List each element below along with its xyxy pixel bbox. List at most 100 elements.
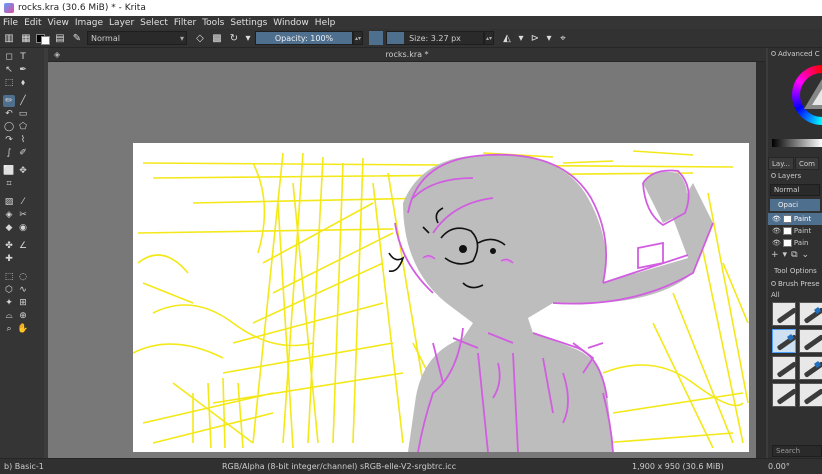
fill-tool-icon[interactable]: ◆ bbox=[3, 222, 15, 234]
pattern-icon[interactable]: ▦ bbox=[19, 31, 33, 45]
docker-float-icon[interactable] bbox=[771, 281, 776, 286]
size-slider[interactable]: Size: 3.27 px bbox=[386, 31, 484, 45]
layer-blend-select[interactable]: Normal bbox=[770, 184, 820, 196]
color-selector[interactable] bbox=[768, 59, 822, 155]
move-tool-icon[interactable]: ✥ bbox=[17, 165, 29, 177]
polygon-select-icon[interactable]: ⬡ bbox=[3, 284, 15, 296]
eraser-mode-icon[interactable]: ◇ bbox=[193, 31, 207, 45]
enclose-fill-icon[interactable]: ◉ bbox=[17, 222, 29, 234]
chevron-down-icon[interactable]: ▾ bbox=[517, 31, 525, 45]
pan-tool-icon[interactable]: ✋ bbox=[17, 323, 29, 335]
gradient-icon[interactable]: ▥ bbox=[2, 31, 16, 45]
color-swatches[interactable] bbox=[36, 31, 50, 45]
brush-preset[interactable] bbox=[772, 302, 798, 326]
menu-help[interactable]: Help bbox=[315, 18, 336, 28]
eye-icon[interactable]: 👁 bbox=[772, 239, 781, 247]
ellipse-tool-icon[interactable]: ◯ bbox=[3, 121, 15, 133]
mirror-horizontal-icon[interactable]: ◭ bbox=[500, 31, 514, 45]
value-bar[interactable] bbox=[772, 139, 822, 147]
brush-preset[interactable] bbox=[772, 383, 798, 407]
chevron-down-icon[interactable]: ▾ bbox=[545, 31, 553, 45]
freehand-brush-icon[interactable]: ✏ bbox=[3, 95, 15, 107]
brush-preset[interactable] bbox=[799, 329, 822, 353]
duplicate-layer-icon[interactable]: ⧉ bbox=[791, 250, 797, 260]
brush-preset[interactable] bbox=[799, 356, 822, 380]
background-color-swatch[interactable] bbox=[41, 36, 50, 45]
layer-row[interactable]: 👁 Paint bbox=[768, 213, 822, 225]
size-spin-icon[interactable]: ▴▾ bbox=[484, 31, 494, 45]
polyline-tool-icon[interactable]: ⌇ bbox=[17, 134, 29, 146]
reference-tool-icon[interactable]: ✚ bbox=[3, 253, 15, 265]
edit-shapes-icon[interactable]: ↖ bbox=[3, 64, 15, 76]
select-shapes-icon[interactable]: ◻ bbox=[3, 51, 15, 63]
shape-pointer-icon[interactable]: ⬚ bbox=[3, 77, 15, 89]
preserve-alpha-icon[interactable]: ▩ bbox=[210, 31, 224, 45]
status-brush-preset[interactable]: b) Basic-1 bbox=[4, 462, 44, 471]
menu-settings[interactable]: Settings bbox=[230, 18, 267, 28]
undo-icon[interactable]: ↶ bbox=[3, 108, 15, 120]
flow-color-icon[interactable] bbox=[369, 31, 383, 45]
transform-tool-icon[interactable]: ⬜ bbox=[3, 165, 15, 177]
menu-layer[interactable]: Layer bbox=[109, 18, 134, 28]
magnetic-select-icon[interactable]: ⊕ bbox=[17, 310, 29, 322]
layer-row[interactable]: 👁 Pain bbox=[768, 237, 822, 249]
canvas-vertical-scrollbar[interactable] bbox=[756, 62, 766, 458]
menu-file[interactable]: File bbox=[3, 18, 18, 28]
assistant-tool-icon[interactable]: ✤ bbox=[3, 240, 15, 252]
wrap-around-icon[interactable]: ⌖ bbox=[556, 31, 570, 45]
dynamic-brush-icon[interactable]: ✐ bbox=[17, 147, 29, 159]
tab-layers[interactable]: Lay... bbox=[768, 157, 795, 170]
gradient-tool-icon[interactable]: ▨ bbox=[3, 196, 15, 208]
freehand-select-icon[interactable]: ∿ bbox=[17, 284, 29, 296]
preset-search-input[interactable]: Search bbox=[772, 445, 822, 457]
chevron-down-icon[interactable]: ▾ bbox=[783, 250, 788, 260]
line-tool-icon[interactable]: ╱ bbox=[17, 95, 29, 107]
calligraphy-icon[interactable]: ✒ bbox=[17, 64, 29, 76]
add-layer-icon[interactable]: + bbox=[771, 250, 779, 260]
brush-preset-icon[interactable]: ✎ bbox=[70, 31, 84, 45]
edit-brush-settings-icon[interactable]: ▤ bbox=[53, 31, 67, 45]
brush-preset[interactable] bbox=[799, 383, 822, 407]
chevron-down-icon[interactable]: ⌄ bbox=[802, 250, 810, 260]
mirror-vertical-icon[interactable]: ⊳ bbox=[528, 31, 542, 45]
menu-filter[interactable]: Filter bbox=[174, 18, 196, 28]
smart-patch-icon[interactable]: ✂ bbox=[17, 209, 29, 221]
rectangle-tool-icon[interactable]: ▭ bbox=[17, 108, 29, 120]
bezier-select-icon[interactable]: ⌓ bbox=[3, 310, 15, 322]
canvas-area[interactable] bbox=[48, 62, 766, 458]
eye-icon[interactable]: 👁 bbox=[772, 215, 781, 223]
eye-icon[interactable]: 👁 bbox=[772, 227, 781, 235]
drawing-canvas[interactable] bbox=[133, 143, 749, 452]
menu-edit[interactable]: Edit bbox=[24, 18, 41, 28]
menu-tools[interactable]: Tools bbox=[202, 18, 224, 28]
tab-compositions[interactable]: Com bbox=[795, 157, 820, 170]
crop-tool-icon[interactable]: ⌗ bbox=[3, 178, 15, 190]
layer-opacity-slider[interactable]: Opaci bbox=[770, 199, 820, 211]
menu-view[interactable]: View bbox=[48, 18, 69, 28]
rect-select-icon[interactable]: ⬚ bbox=[3, 271, 15, 283]
zoom-tool-icon[interactable]: ⌕ bbox=[3, 323, 15, 335]
measure-tool-icon[interactable]: ∠ bbox=[17, 240, 29, 252]
brush-preset[interactable] bbox=[772, 329, 798, 353]
opacity-spin-icon[interactable]: ▴▾ bbox=[353, 31, 363, 45]
text-tool-icon[interactable]: T bbox=[17, 51, 29, 63]
color-picker-icon[interactable]: ⁄ bbox=[17, 196, 29, 208]
fill-shape-icon[interactable]: ⬧ bbox=[17, 77, 29, 89]
docker-float-icon[interactable] bbox=[771, 51, 776, 56]
redo-icon[interactable]: ↷ bbox=[3, 134, 15, 146]
blend-mode-select[interactable]: Normal ▾ bbox=[87, 31, 187, 45]
menu-image[interactable]: Image bbox=[75, 18, 103, 28]
colorize-mask-icon[interactable]: ◈ bbox=[3, 209, 15, 221]
menu-window[interactable]: Window bbox=[273, 18, 309, 28]
docker-float-icon[interactable] bbox=[771, 173, 776, 178]
brush-preset[interactable] bbox=[772, 356, 798, 380]
reload-preset-icon[interactable]: ↻ bbox=[227, 31, 241, 45]
layer-row[interactable]: 👁 Paint bbox=[768, 225, 822, 237]
ellipse-select-icon[interactable]: ◌ bbox=[17, 271, 29, 283]
polygon-tool-icon[interactable]: ⬠ bbox=[17, 121, 29, 133]
similar-select-icon[interactable]: ⊞ bbox=[17, 297, 29, 309]
document-tab[interactable]: ◈ rocks.kra * bbox=[48, 48, 766, 62]
chevron-down-icon[interactable]: ▾ bbox=[244, 31, 252, 45]
opacity-slider[interactable]: Opacity: 100% bbox=[255, 31, 353, 45]
tool-options-title[interactable]: Tool Options bbox=[768, 267, 822, 278]
